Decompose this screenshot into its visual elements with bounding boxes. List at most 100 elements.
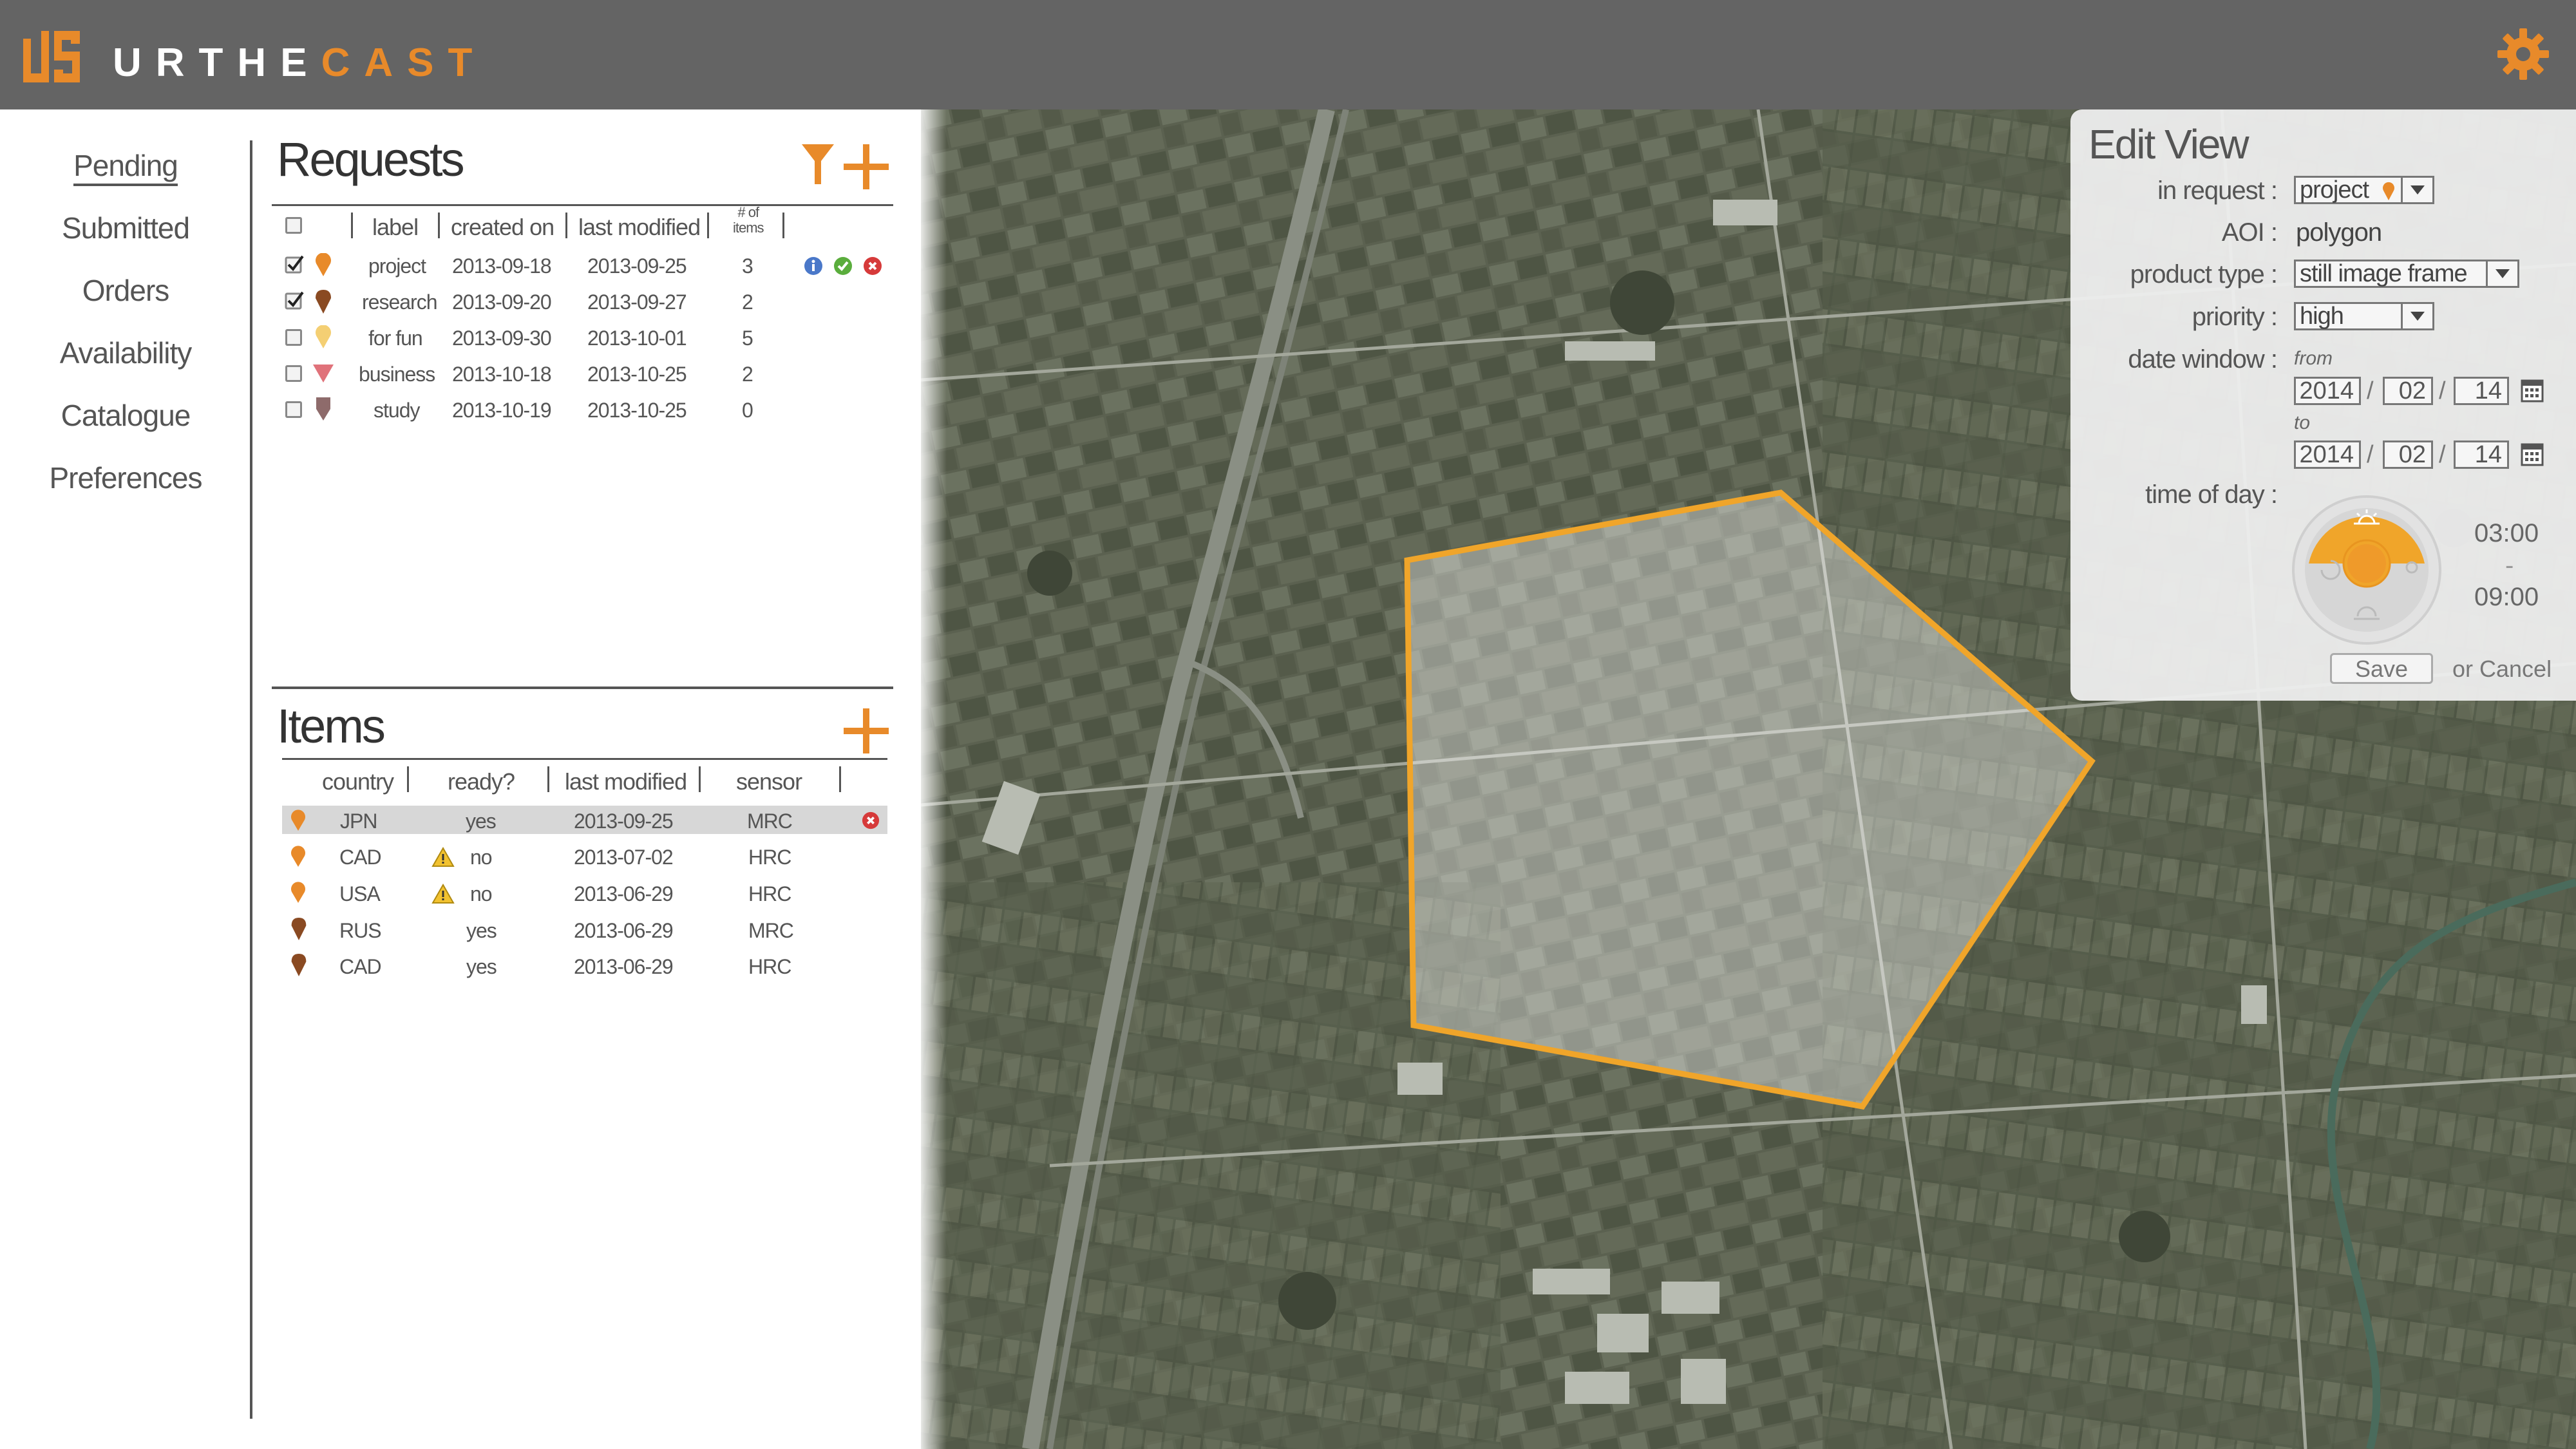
- nav-item-label: Submitted: [61, 211, 190, 245]
- select-all-checkbox[interactable]: [285, 217, 302, 234]
- request-label: project: [368, 254, 426, 278]
- info-icon[interactable]: [804, 256, 823, 276]
- map-edge-shade: [921, 109, 947, 1449]
- filter-icon[interactable]: [802, 144, 834, 184]
- item-sensor: HRC: [748, 955, 791, 978]
- time-start: 03:00: [2474, 519, 2539, 547]
- nav-item-orders[interactable]: Orders: [0, 273, 251, 308]
- request-label: for fun: [368, 327, 423, 350]
- request-count: 3: [742, 254, 753, 278]
- column-header-country[interactable]: country: [322, 768, 394, 795]
- time-separator: -: [2505, 551, 2514, 580]
- column-separator: [699, 766, 701, 792]
- in-request-value: project: [2300, 176, 2369, 204]
- column-header-count[interactable]: # of items: [733, 205, 764, 236]
- column-header-created[interactable]: created on: [451, 214, 554, 241]
- date-separator: /: [2439, 377, 2446, 404]
- table-row[interactable]: JPN yes 2013-09-25 MRC: [282, 806, 887, 834]
- request-count: 0: [742, 399, 753, 422]
- column-header-label[interactable]: label: [372, 214, 419, 241]
- cancel-link[interactable]: or Cancel: [2452, 656, 2552, 683]
- column-separator: [407, 766, 409, 792]
- item-modified: 2013-09-25: [574, 810, 674, 833]
- items-header-rule: [282, 758, 887, 760]
- date-separator: /: [2367, 377, 2374, 404]
- to-year-input[interactable]: 2014: [2294, 440, 2361, 469]
- time-end: 09:00: [2474, 583, 2539, 611]
- to-month-input[interactable]: 02: [2383, 440, 2433, 469]
- add-item-button[interactable]: [844, 708, 889, 753]
- nav-divider: [250, 140, 252, 1419]
- column-header-count-line1: # of: [737, 204, 759, 220]
- column-header-modified[interactable]: last modified: [565, 768, 687, 795]
- column-header-sensor[interactable]: sensor: [736, 768, 802, 795]
- column-header-ready[interactable]: ready?: [448, 768, 515, 795]
- orange-pin-icon: [291, 882, 305, 903]
- in-request-select[interactable]: project: [2294, 176, 2434, 204]
- pink-triangle-icon: [313, 365, 334, 383]
- date-separator: /: [2439, 441, 2446, 468]
- column-header-modified[interactable]: last modified: [578, 214, 701, 241]
- date-to-label: to: [2294, 412, 2311, 433]
- item-sensor: MRC: [748, 919, 794, 942]
- from-year-input[interactable]: 2014: [2294, 377, 2361, 405]
- brown-pin-icon: [291, 953, 307, 976]
- warning-icon: [431, 884, 455, 904]
- from-month-input[interactable]: 02: [2383, 377, 2433, 405]
- nav-item-label: Catalogue: [61, 399, 191, 432]
- nav-item-label: Orders: [82, 274, 170, 307]
- item-ready: no: [470, 882, 493, 905]
- gear-icon[interactable]: [2496, 27, 2550, 81]
- save-button[interactable]: Save: [2330, 653, 2433, 684]
- check-icon[interactable]: [833, 256, 853, 276]
- column-header-count-line2: items: [733, 220, 764, 236]
- to-day-input[interactable]: 14: [2454, 440, 2509, 469]
- item-modified: 2013-07-02: [574, 846, 674, 869]
- items-divider: [272, 687, 893, 689]
- add-request-button[interactable]: [844, 144, 889, 189]
- item-modified: 2013-06-29: [574, 882, 674, 905]
- delete-icon[interactable]: [863, 256, 882, 276]
- checked-checkbox[interactable]: [285, 290, 304, 310]
- in-request-label: in request :: [2157, 176, 2278, 205]
- orange-pin-icon: [316, 253, 331, 276]
- date-separator: /: [2367, 441, 2374, 468]
- time-of-day-dial[interactable]: [2289, 493, 2444, 647]
- item-ready: yes: [466, 955, 497, 978]
- row-checkbox[interactable]: [285, 365, 302, 382]
- date-from-label: from: [2294, 348, 2333, 369]
- calendar-icon[interactable]: [2521, 443, 2544, 466]
- nav-item-submitted[interactable]: Submitted: [0, 211, 251, 245]
- nav-item-catalogue[interactable]: Catalogue: [0, 398, 251, 433]
- priority-select[interactable]: high: [2294, 302, 2434, 330]
- row-checkbox[interactable]: [285, 401, 302, 418]
- request-created: 2013-09-18: [452, 254, 552, 278]
- product-type-value: still image frame: [2300, 260, 2468, 287]
- chevron-down-icon: [2401, 178, 2432, 202]
- column-separator: [782, 213, 784, 238]
- item-country: USA: [339, 882, 381, 905]
- item-modified: 2013-06-29: [574, 919, 674, 942]
- item-ready: no: [470, 846, 493, 869]
- item-ready: yes: [466, 810, 497, 833]
- column-separator: [565, 213, 567, 238]
- warning-icon: [431, 847, 455, 867]
- calendar-icon[interactable]: [2521, 379, 2544, 402]
- column-separator: [707, 213, 709, 238]
- item-sensor: HRC: [748, 882, 791, 905]
- nav-item-preferences[interactable]: Preferences: [0, 460, 251, 495]
- brand-name-part1: URTHE: [113, 41, 321, 85]
- checked-checkbox[interactable]: [285, 254, 304, 274]
- request-count: 5: [742, 327, 753, 350]
- nav-item-label: Availability: [59, 336, 192, 370]
- product-type-select[interactable]: still image frame: [2294, 260, 2519, 288]
- nav-item-pending[interactable]: Pending: [0, 148, 251, 186]
- from-day-input[interactable]: 14: [2454, 377, 2509, 405]
- delete-icon[interactable]: [862, 811, 880, 829]
- yellow-pin-icon: [316, 325, 331, 348]
- request-count: 2: [742, 290, 753, 314]
- row-checkbox[interactable]: [285, 329, 302, 346]
- nav-item-availability[interactable]: Availability: [0, 336, 251, 370]
- request-label: study: [374, 399, 420, 422]
- request-modified: 2013-10-25: [587, 363, 687, 386]
